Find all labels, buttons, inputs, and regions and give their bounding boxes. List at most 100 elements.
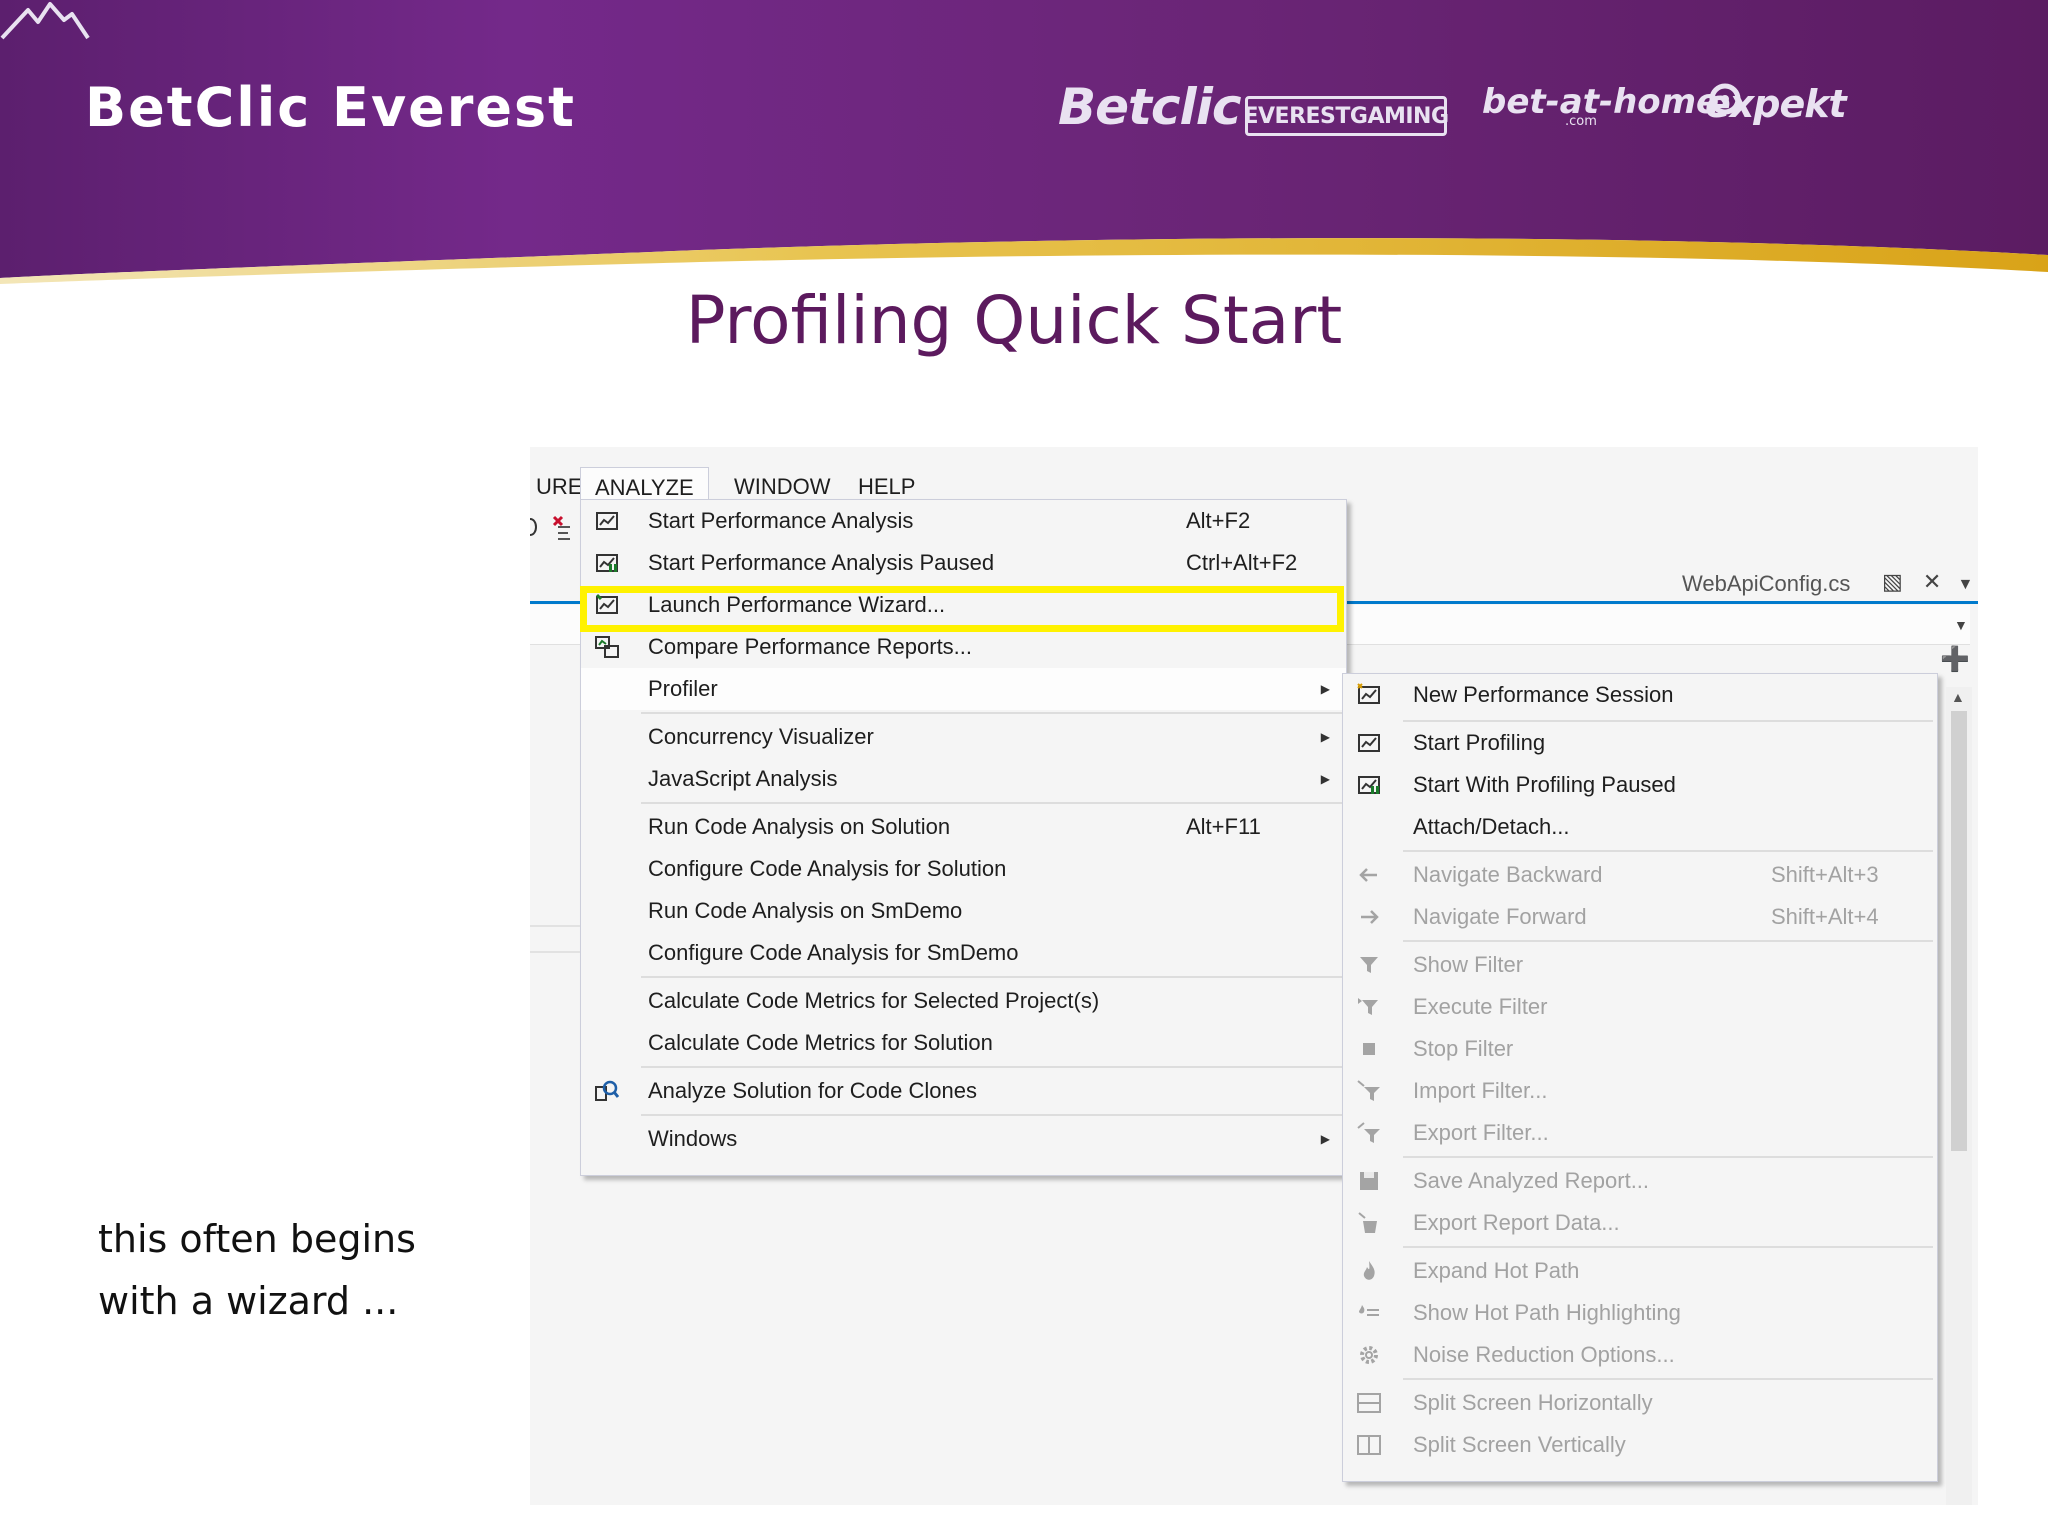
menu-item-execute-filter[interactable]: Execute Filter <box>1343 986 1937 1028</box>
menu-item-noise-reduction-options[interactable]: Noise Reduction Options... <box>1343 1334 1937 1376</box>
scrollbar-thumb[interactable] <box>1951 711 1967 1151</box>
export-data-icon <box>1358 1212 1377 1233</box>
menu-item-label: JavaScript Analysis <box>648 766 838 791</box>
bet-at-home-logo: bet-at-home <box>1482 82 1720 122</box>
menu-item-concurrency-visualizer[interactable]: Concurrency Visualizer ▶ <box>581 716 1346 758</box>
menu-item-start-with-profiling-paused[interactable]: Start With Profiling Paused <box>1343 764 1937 806</box>
new-session-icon <box>1357 683 1380 704</box>
menu-item-label: Start With Profiling Paused <box>1413 772 1676 797</box>
menu-item-label: Concurrency Visualizer <box>648 724 874 749</box>
expekt-logo: expekt <box>1705 82 1847 126</box>
menu-item-save-analyzed-report[interactable]: Save Analyzed Report... <box>1343 1160 1937 1202</box>
submenu-arrow-icon: ▶ <box>1320 682 1330 696</box>
export-filter-icon <box>1357 1122 1380 1143</box>
menu-item-label: Split Screen Horizontally <box>1413 1390 1653 1415</box>
menu-separator <box>1403 850 1933 852</box>
stop-icon <box>1363 1043 1375 1055</box>
menu-separator <box>1403 940 1933 942</box>
menu-item-label: Show Filter <box>1413 952 1524 977</box>
menu-item-stop-filter[interactable]: Stop Filter <box>1343 1028 1937 1070</box>
menu-separator <box>641 802 1346 804</box>
document-tab[interactable]: WebApiConfig.cs <box>1682 571 1850 597</box>
menu-item-shortcut: Shift+Alt+4 <box>1771 904 1879 929</box>
menu-item-import-filter[interactable]: Import Filter... <box>1343 1070 1937 1112</box>
menu-item-compare-performance-reports[interactable]: Compare Performance Reports... <box>581 626 1346 668</box>
menu-item-start-performance-analysis[interactable]: Start Performance Analysis Alt+F2 <box>581 500 1346 542</box>
menu-item-expand-hot-path[interactable]: Expand Hot Path <box>1343 1250 1937 1292</box>
profiling-paused-icon <box>1358 776 1380 794</box>
menu-item-split-screen-vertically[interactable]: Split Screen Vertically <box>1343 1424 1937 1466</box>
menu-item-label: Analyze Solution for Code Clones <box>648 1078 977 1103</box>
menu-item-label: Calculate Code Metrics for Solution <box>648 1030 993 1055</box>
arrow-right-icon <box>1361 910 1379 924</box>
menu-item-windows[interactable]: Windows ▶ <box>581 1118 1346 1160</box>
menu-item-show-hot-path-highlighting[interactable]: Show Hot Path Highlighting <box>1343 1292 1937 1334</box>
menu-item-split-screen-horizontally[interactable]: Split Screen Horizontally <box>1343 1382 1937 1424</box>
menu-item-label: Configure Code Analysis for Solution <box>648 856 1007 881</box>
menu-item-calculate-metrics-solution[interactable]: Calculate Code Metrics for Solution <box>581 1022 1346 1064</box>
menu-item-run-code-analysis-solution[interactable]: Run Code Analysis on Solution Alt+F11 <box>581 806 1346 848</box>
chevron-down-icon[interactable]: ▼ <box>1957 576 1973 593</box>
menu-item-label: Configure Code Analysis for SmDemo <box>648 940 1019 965</box>
menu-item-label: Run Code Analysis on Solution <box>648 814 951 839</box>
split-handle-icon[interactable]: ➕ <box>1940 645 1970 674</box>
menu-item-label: Noise Reduction Options... <box>1413 1342 1675 1367</box>
menu-item-configure-code-analysis-solution[interactable]: Configure Code Analysis for Solution <box>581 848 1346 890</box>
split-horizontal-icon <box>1357 1393 1381 1413</box>
menu-item-calculate-metrics-selected[interactable]: Calculate Code Metrics for Selected Proj… <box>581 980 1346 1022</box>
arrow-left-icon <box>1359 868 1377 882</box>
caption-line-2: with a wizard ... <box>98 1279 399 1323</box>
menu-item-label: Attach/Detach... <box>1413 814 1570 839</box>
menu-item-label: Execute Filter <box>1413 994 1548 1019</box>
scroll-up-icon[interactable]: ▲ <box>1951 689 1965 705</box>
menu-separator <box>641 976 1346 978</box>
mountain-icon <box>0 2 90 40</box>
menu-item-analyze-code-clones[interactable]: Analyze Solution for Code Clones <box>581 1070 1346 1112</box>
submenu-arrow-icon: ▶ <box>1320 772 1330 786</box>
dropdown-arrow-icon[interactable]: ▼ <box>1954 617 1968 633</box>
menu-item-new-performance-session[interactable]: New Performance Session <box>1343 674 1937 716</box>
menu-item-label: Save Analyzed Report... <box>1413 1168 1650 1193</box>
header-banner: BetClic Everest Betclic EVERESTGAMING be… <box>0 0 2048 300</box>
submenu-arrow-icon: ▶ <box>1320 730 1330 744</box>
menu-item-configure-code-analysis-smdemo[interactable]: Configure Code Analysis for SmDemo <box>581 932 1346 974</box>
menu-item-start-profiling[interactable]: Start Profiling <box>1343 722 1937 764</box>
menu-separator <box>1403 1156 1933 1158</box>
menu-item-javascript-analysis[interactable]: JavaScript Analysis ▶ <box>581 758 1346 800</box>
hot-path-icon <box>1359 1305 1379 1316</box>
banner-background <box>0 0 2048 284</box>
menu-item-run-code-analysis-smdemo[interactable]: Run Code Analysis on SmDemo <box>581 890 1346 932</box>
split-vertical-icon <box>1357 1435 1381 1455</box>
menu-item-navigate-forward[interactable]: Navigate Forward Shift+Alt+4 <box>1343 896 1937 938</box>
menu-item-shortcut: Alt+F11 <box>1186 814 1261 839</box>
menu-separator <box>1403 1378 1933 1380</box>
pin-icon[interactable]: ▧ <box>1882 569 1903 594</box>
close-icon[interactable]: ✕ <box>1923 569 1941 594</box>
import-filter-icon <box>1357 1080 1380 1101</box>
menu-item-attach-detach[interactable]: Attach/Detach... <box>1343 806 1937 848</box>
brand-title: BetClic Everest <box>85 76 576 139</box>
menu-item-label: Compare Performance Reports... <box>648 634 973 659</box>
slide-caption: this often begins with a wizard ... <box>98 1208 478 1332</box>
menu-item-export-report-data[interactable]: Export Report Data... <box>1343 1202 1937 1244</box>
highlight-frame <box>580 586 1344 632</box>
menu-item-profiler[interactable]: Profiler ▶ <box>581 668 1346 710</box>
menu-item-label: Calculate Code Metrics for Selected Proj… <box>648 988 1100 1013</box>
menu-item-shortcut: Alt+F2 <box>1186 508 1251 533</box>
menu-item-start-performance-analysis-paused[interactable]: Start Performance Analysis Paused Ctrl+A… <box>581 542 1346 584</box>
menu-item-label: Windows <box>648 1126 738 1151</box>
code-clones-icon <box>595 1080 619 1101</box>
vertical-scrollbar[interactable]: ▲ <box>1946 687 1972 1505</box>
menu-item-label: Navigate Backward <box>1413 862 1603 887</box>
menu-item-label: Expand Hot Path <box>1413 1258 1580 1283</box>
expekt-swirl-icon <box>1709 83 1741 115</box>
menu-item-label: Navigate Forward <box>1413 904 1587 929</box>
menu-item-export-filter[interactable]: Export Filter... <box>1343 1112 1937 1154</box>
menu-item-label: Export Report Data... <box>1413 1210 1620 1235</box>
everest-gaming-logo: EVERESTGAMING <box>1243 96 1449 136</box>
menu-item-navigate-backward[interactable]: Navigate Backward Shift+Alt+3 <box>1343 854 1937 896</box>
menu-item-label: Stop Filter <box>1413 1036 1514 1061</box>
menu-item-shortcut: Ctrl+Alt+F2 <box>1186 550 1298 575</box>
menu-item-show-filter[interactable]: Show Filter <box>1343 944 1937 986</box>
performance-paused-icon <box>596 554 618 572</box>
